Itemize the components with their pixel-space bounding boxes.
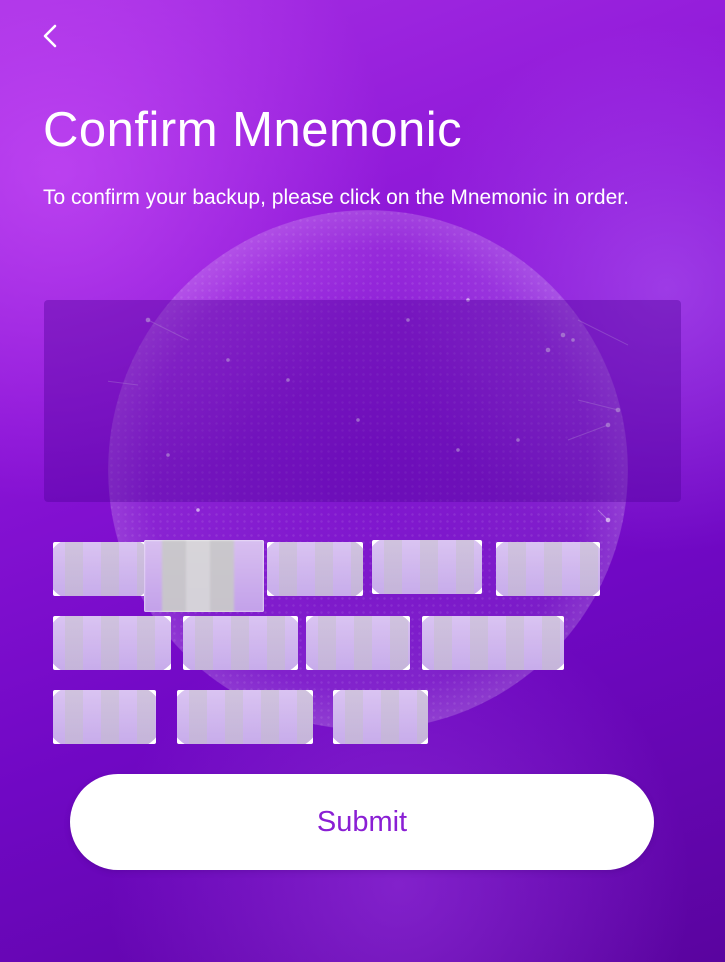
- mnemonic-word-option[interactable]: [306, 616, 410, 670]
- selected-words-area[interactable]: [44, 300, 681, 502]
- submit-button[interactable]: Submit: [70, 774, 654, 870]
- page-title: Confirm Mnemonic: [43, 103, 463, 157]
- mnemonic-word-option[interactable]: [496, 542, 600, 596]
- mnemonic-word-option[interactable]: [372, 540, 482, 594]
- mnemonic-word-option[interactable]: [53, 616, 171, 670]
- mnemonic-word-option[interactable]: [177, 690, 313, 744]
- mnemonic-word-option[interactable]: [53, 542, 148, 596]
- mnemonic-word-option[interactable]: [144, 540, 264, 612]
- mnemonic-word-option[interactable]: [422, 616, 564, 670]
- chevron-left-icon: [43, 24, 57, 48]
- mnemonic-word-option[interactable]: [333, 690, 428, 744]
- page-subtitle: To confirm your backup, please click on …: [43, 186, 629, 209]
- mnemonic-word-option[interactable]: [53, 690, 156, 744]
- mnemonic-word-option[interactable]: [183, 616, 298, 670]
- mnemonic-word-option[interactable]: [267, 542, 363, 596]
- back-button[interactable]: [36, 20, 64, 52]
